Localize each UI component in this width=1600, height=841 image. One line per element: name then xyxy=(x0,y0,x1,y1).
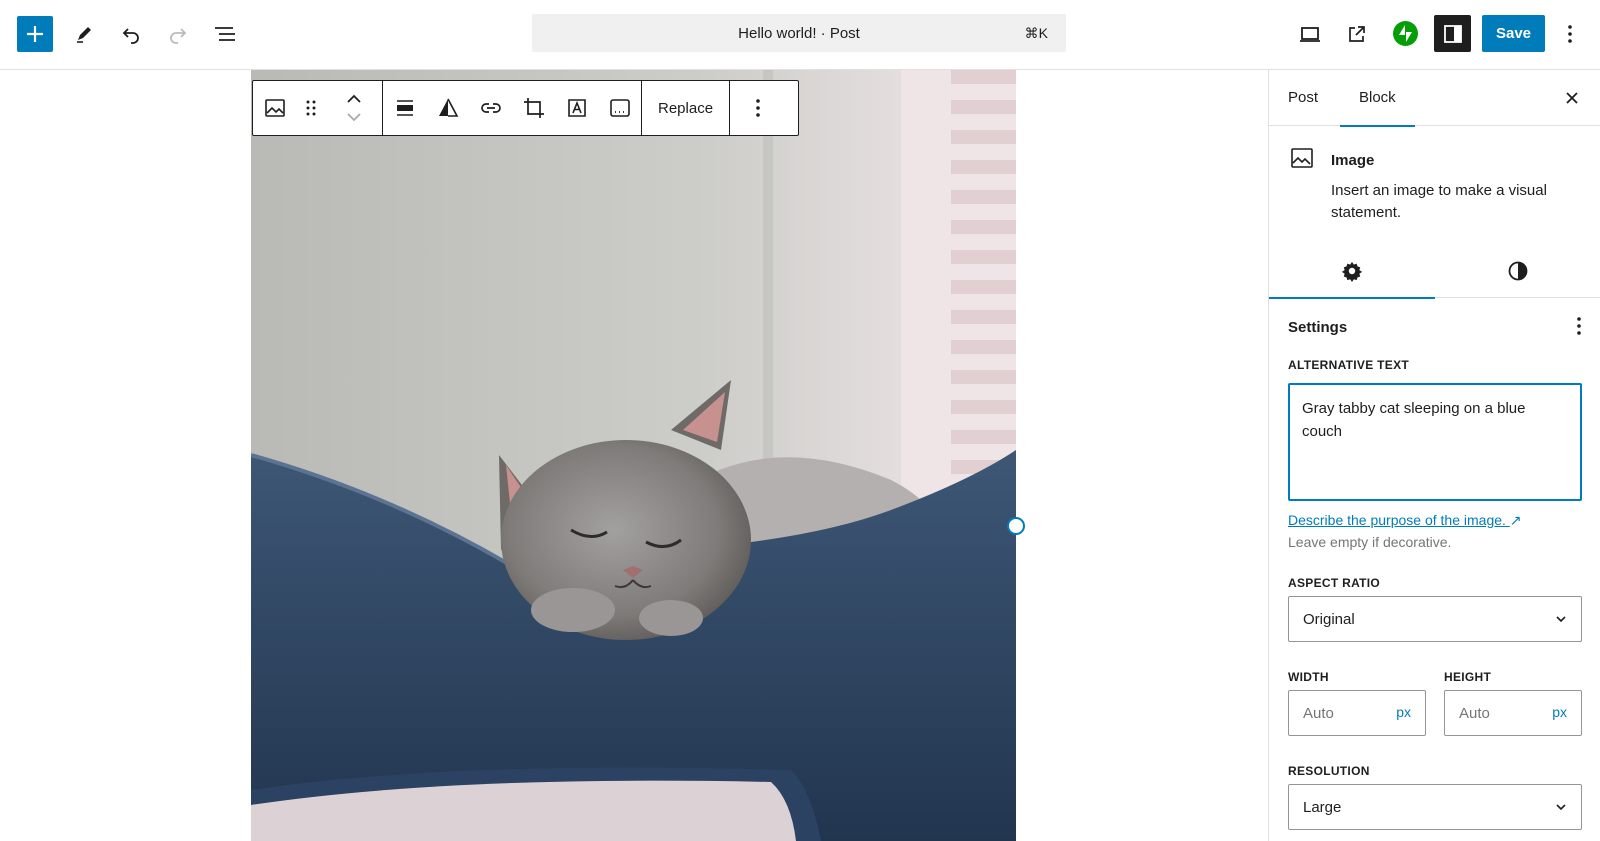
link-icon xyxy=(480,103,501,113)
redo-button[interactable] xyxy=(160,16,196,52)
more-vertical-icon xyxy=(1568,25,1572,43)
text-overlay-button[interactable] xyxy=(555,81,598,135)
add-block-button[interactable] xyxy=(17,16,53,52)
resolution-value: Large xyxy=(1303,798,1342,816)
link-button[interactable] xyxy=(469,81,512,135)
text-overlay-icon xyxy=(567,99,586,117)
alt-text-label: ALTERNATIVE TEXT xyxy=(1288,358,1410,372)
plus-icon xyxy=(27,26,43,42)
chevron-down-icon xyxy=(1556,804,1566,811)
image-icon xyxy=(264,99,285,117)
list-view-button[interactable] xyxy=(207,16,243,52)
external-arrow-icon: ↗ xyxy=(1509,512,1522,528)
width-placeholder: Auto xyxy=(1303,704,1334,722)
settings-options-button[interactable] xyxy=(1576,316,1582,341)
caption-icon xyxy=(609,99,630,117)
tab-block[interactable]: Block xyxy=(1340,70,1415,127)
external-link-icon xyxy=(1349,26,1365,42)
tab-styles[interactable] xyxy=(1435,244,1600,298)
block-card: Image Insert an image to make a visual s… xyxy=(1269,126,1600,244)
tab-post[interactable]: Post xyxy=(1288,70,1318,126)
block-title: Image xyxy=(1331,152,1375,169)
redo-icon xyxy=(170,28,187,44)
more-vertical-icon xyxy=(1577,317,1581,335)
preview-button[interactable] xyxy=(1292,16,1328,52)
drag-handle-icon xyxy=(306,100,316,116)
width-input[interactable]: Auto px xyxy=(1288,690,1426,736)
undo-button[interactable] xyxy=(113,16,149,52)
replace-button[interactable]: Replace xyxy=(642,81,729,135)
align-button[interactable] xyxy=(383,81,426,135)
undo-icon xyxy=(122,28,139,44)
crop-icon xyxy=(523,98,544,118)
duotone-button[interactable] xyxy=(426,81,469,135)
resolution-select[interactable]: Large xyxy=(1288,784,1582,830)
aspect-ratio-value: Original xyxy=(1303,610,1355,628)
move-up-icon[interactable] xyxy=(346,94,362,104)
settings-sidebar: Post Block Image Insert an image to make… xyxy=(1268,70,1600,841)
jetpack-icon xyxy=(1399,25,1412,42)
pen-icon xyxy=(77,27,91,43)
close-sidebar-button[interactable] xyxy=(1562,88,1582,108)
image-icon xyxy=(1291,148,1313,168)
view-post-button[interactable] xyxy=(1339,16,1375,52)
alt-text-help-link-text: Describe the purpose of the image. xyxy=(1288,512,1506,528)
desktop-preview-icon xyxy=(1300,27,1320,42)
move-buttons xyxy=(326,81,382,135)
block-toolbar-group-tools xyxy=(383,81,642,135)
close-icon xyxy=(1566,92,1578,104)
tab-settings[interactable] xyxy=(1269,244,1435,299)
settings-toggle-button[interactable] xyxy=(1434,15,1471,52)
sidebar-tabs: Post Block xyxy=(1269,70,1600,127)
alt-text-input[interactable]: Gray tabby cat sleeping on a blue couch xyxy=(1288,383,1582,501)
block-toolbar-group-parent xyxy=(253,81,383,135)
block-options-button[interactable] xyxy=(730,81,786,135)
block-inspector-tabs xyxy=(1269,244,1600,299)
jetpack-button[interactable] xyxy=(1393,21,1418,46)
height-placeholder: Auto xyxy=(1459,704,1490,722)
more-vertical-icon xyxy=(756,99,760,117)
height-input[interactable]: Auto px xyxy=(1444,690,1582,736)
sidebar-toggle-icon xyxy=(1443,24,1462,43)
save-button[interactable]: Save xyxy=(1482,15,1545,52)
editor-canvas[interactable] xyxy=(0,70,1268,841)
alt-text-hint: Leave empty if decorative. xyxy=(1288,534,1452,550)
align-icon xyxy=(396,100,413,116)
block-type-button[interactable] xyxy=(253,81,296,135)
drag-button[interactable] xyxy=(296,81,326,135)
block-description: Insert an image to make a visual stateme… xyxy=(1331,182,1547,221)
command-palette[interactable]: Hello world! · Post ⌘K xyxy=(532,14,1066,52)
image-resize-handle[interactable] xyxy=(1007,517,1025,535)
settings-gear-icon xyxy=(1341,261,1363,282)
height-unit-select[interactable]: px xyxy=(1552,704,1567,720)
caption-button[interactable] xyxy=(598,81,641,135)
block-toolbar-group-options xyxy=(730,81,786,135)
image-block[interactable] xyxy=(251,70,1016,841)
width-label: WIDTH xyxy=(1288,670,1329,684)
block-toolbar-group-replace: Replace xyxy=(642,81,731,135)
chevron-down-icon xyxy=(1556,616,1566,623)
move-down-icon[interactable] xyxy=(346,112,362,122)
cat-photo xyxy=(251,70,1016,841)
settings-panel-title[interactable]: Settings xyxy=(1288,319,1347,336)
list-view-icon xyxy=(215,27,235,41)
resolution-label: RESOLUTION xyxy=(1288,764,1370,778)
aspect-ratio-select[interactable]: Original xyxy=(1288,596,1582,642)
editor-header: Hello world! · Post ⌘K Save xyxy=(0,0,1600,70)
height-label: HEIGHT xyxy=(1444,670,1492,684)
aspect-ratio-label: ASPECT RATIO xyxy=(1288,576,1381,590)
duotone-icon xyxy=(438,98,458,117)
alt-text-help-link[interactable]: Describe the purpose of the image. ↗ xyxy=(1288,512,1522,529)
command-shortcut: ⌘K xyxy=(1024,24,1048,41)
tools-button[interactable] xyxy=(66,16,102,52)
command-title: Hello world! · Post xyxy=(738,24,860,42)
block-toolbar: Replace xyxy=(252,80,799,136)
options-button[interactable] xyxy=(1555,16,1585,52)
styles-contrast-icon xyxy=(1508,261,1528,281)
crop-button[interactable] xyxy=(512,81,555,135)
width-unit-select[interactable]: px xyxy=(1396,704,1411,720)
